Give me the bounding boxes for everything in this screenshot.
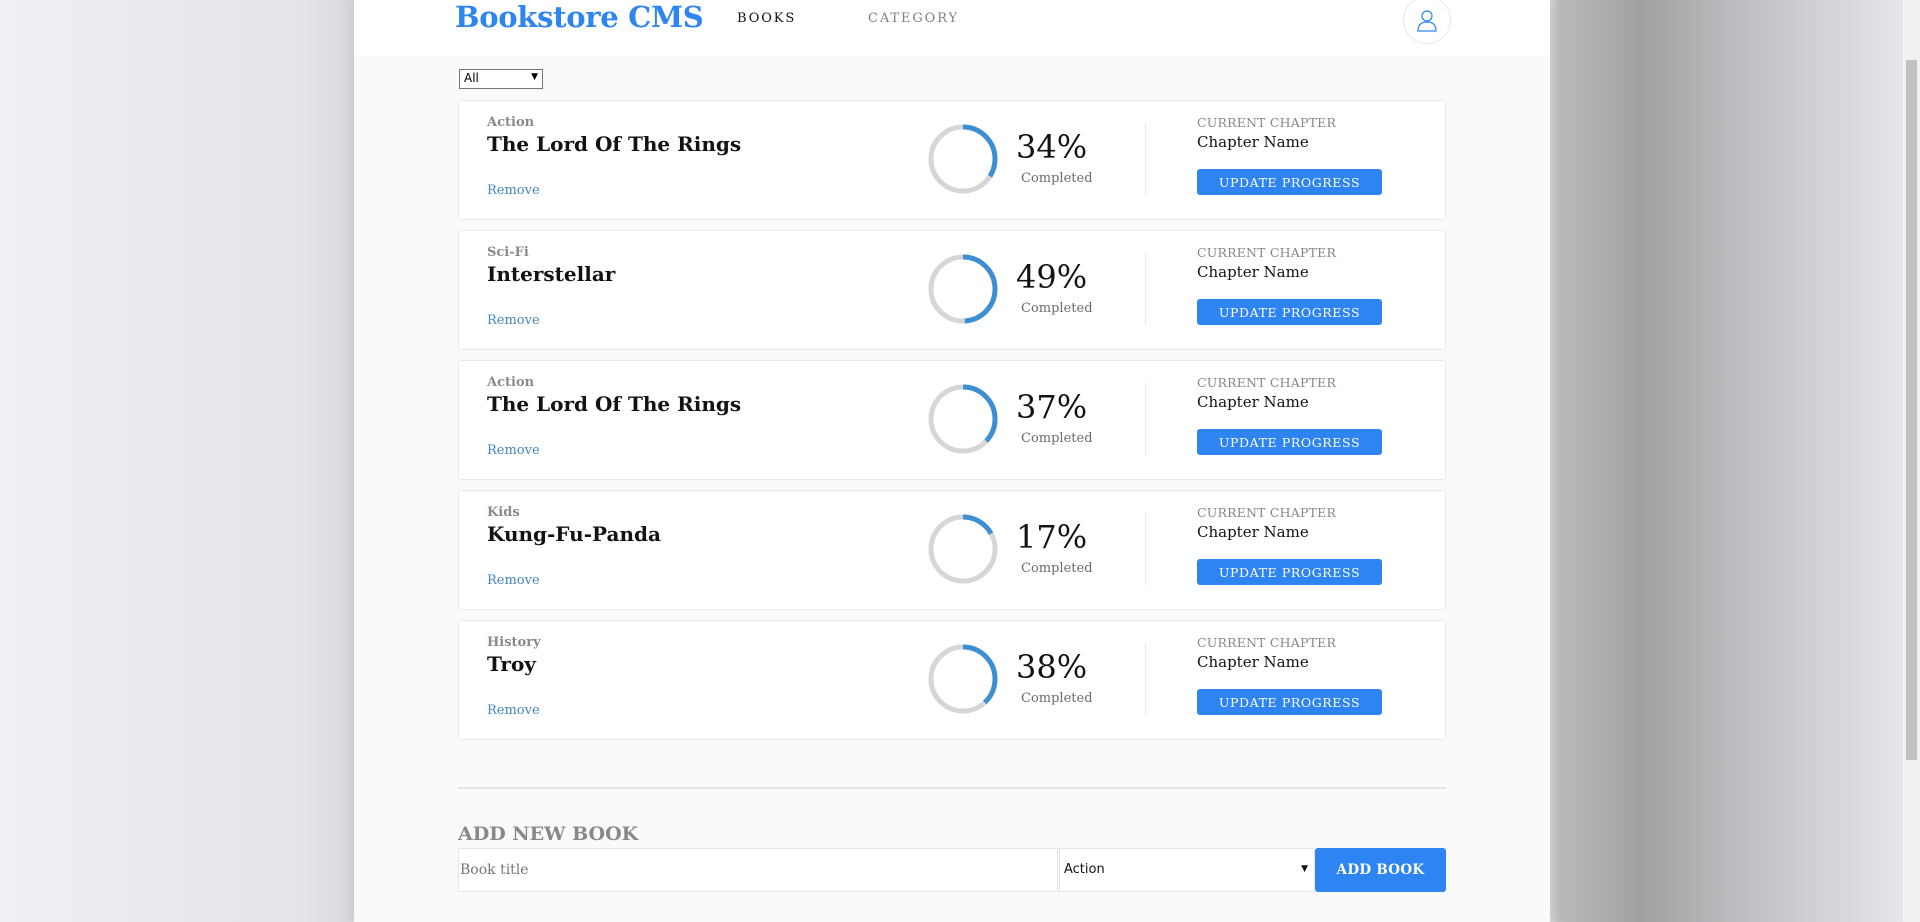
current-chapter-name: Chapter Name (1197, 133, 1309, 151)
book-genre: Action (487, 375, 535, 390)
user-avatar-button[interactable] (1403, 0, 1451, 44)
card-divider (1145, 253, 1146, 325)
completed-label: Completed (1021, 301, 1093, 316)
current-chapter-name: Chapter Name (1197, 393, 1309, 411)
book-title-input[interactable]: Book title (458, 848, 1058, 892)
app-panel: Bookstore CMS BOOKS CATEGORY All ▼ Actio… (354, 0, 1550, 922)
book-title: Kung-Fu-Panda (487, 522, 661, 546)
book-card: Action The Lord Of The Rings Remove 37% Comp… (458, 360, 1446, 480)
add-book-heading: ADD NEW BOOK (458, 823, 639, 845)
nav-category[interactable]: CATEGORY (868, 11, 959, 26)
progress-percent: 37% (1016, 388, 1088, 426)
progress-percent: 17% (1016, 518, 1088, 556)
user-icon (1417, 10, 1437, 32)
progress-ring (928, 384, 998, 454)
book-genre: Sci-Fi (487, 245, 529, 260)
current-chapter-label: CURRENT CHAPTER (1197, 635, 1337, 650)
remove-button[interactable]: Remove (487, 573, 540, 588)
dropdown-arrow-icon: ▼ (1301, 864, 1308, 874)
book-card: History Troy Remove 38% Completed CURRENT CHA… (458, 620, 1446, 740)
remove-button[interactable]: Remove (487, 183, 540, 198)
book-card: Sci-Fi Interstellar Remove 49% Completed CURR… (458, 230, 1446, 350)
filter-selected-value: All (464, 71, 479, 85)
card-divider (1145, 643, 1146, 715)
scrollbar-thumb[interactable] (1906, 60, 1917, 760)
completed-label: Completed (1021, 561, 1093, 576)
update-progress-button[interactable]: UPDATE PROGRESS (1197, 429, 1382, 455)
header: Bookstore CMS BOOKS CATEGORY (354, 0, 1550, 56)
section-divider (458, 787, 1446, 789)
book-genre: Kids (487, 505, 520, 520)
current-chapter-label: CURRENT CHAPTER (1197, 115, 1337, 130)
book-card: Kids Kung-Fu-Panda Remove 17% Completed CURRE… (458, 490, 1446, 610)
category-select[interactable]: Action ▼ (1059, 848, 1315, 892)
progress-percent: 34% (1016, 128, 1088, 166)
progress-ring (928, 254, 998, 324)
current-chapter-name: Chapter Name (1197, 523, 1309, 541)
progress-ring (928, 644, 998, 714)
update-progress-button[interactable]: UPDATE PROGRESS (1197, 689, 1382, 715)
progress-ring (928, 514, 998, 584)
remove-button[interactable]: Remove (487, 703, 540, 718)
remove-button[interactable]: Remove (487, 443, 540, 458)
progress-percent: 49% (1016, 258, 1088, 296)
category-selected-value: Action (1064, 862, 1105, 877)
nav-books[interactable]: BOOKS (737, 11, 796, 26)
progress-percent: 38% (1016, 648, 1088, 686)
book-title: The Lord Of The Rings (487, 392, 742, 416)
brand-logo[interactable]: Bookstore CMS (455, 0, 704, 34)
book-title: The Lord Of The Rings (487, 132, 742, 156)
book-title: Troy (487, 652, 536, 676)
book-title: Interstellar (487, 262, 616, 286)
current-chapter-label: CURRENT CHAPTER (1197, 375, 1337, 390)
current-chapter-name: Chapter Name (1197, 653, 1309, 671)
update-progress-button[interactable]: UPDATE PROGRESS (1197, 169, 1382, 195)
book-genre: Action (487, 115, 535, 130)
category-filter-select[interactable]: All ▼ (459, 69, 543, 89)
update-progress-button[interactable]: UPDATE PROGRESS (1197, 299, 1382, 325)
book-genre: History (487, 635, 541, 650)
completed-label: Completed (1021, 691, 1093, 706)
current-chapter-name: Chapter Name (1197, 263, 1309, 281)
scrollbar[interactable] (1903, 0, 1920, 922)
card-divider (1145, 383, 1146, 455)
dropdown-arrow-icon: ▼ (531, 72, 538, 82)
book-card: Action The Lord Of The Rings Remove 34% Comp… (458, 100, 1446, 220)
card-divider (1145, 513, 1146, 585)
completed-label: Completed (1021, 171, 1093, 186)
card-divider (1145, 123, 1146, 195)
remove-button[interactable]: Remove (487, 313, 540, 328)
add-book-button[interactable]: ADD BOOK (1315, 848, 1446, 892)
progress-ring (928, 124, 998, 194)
update-progress-button[interactable]: UPDATE PROGRESS (1197, 559, 1382, 585)
current-chapter-label: CURRENT CHAPTER (1197, 505, 1337, 520)
current-chapter-label: CURRENT CHAPTER (1197, 245, 1337, 260)
completed-label: Completed (1021, 431, 1093, 446)
